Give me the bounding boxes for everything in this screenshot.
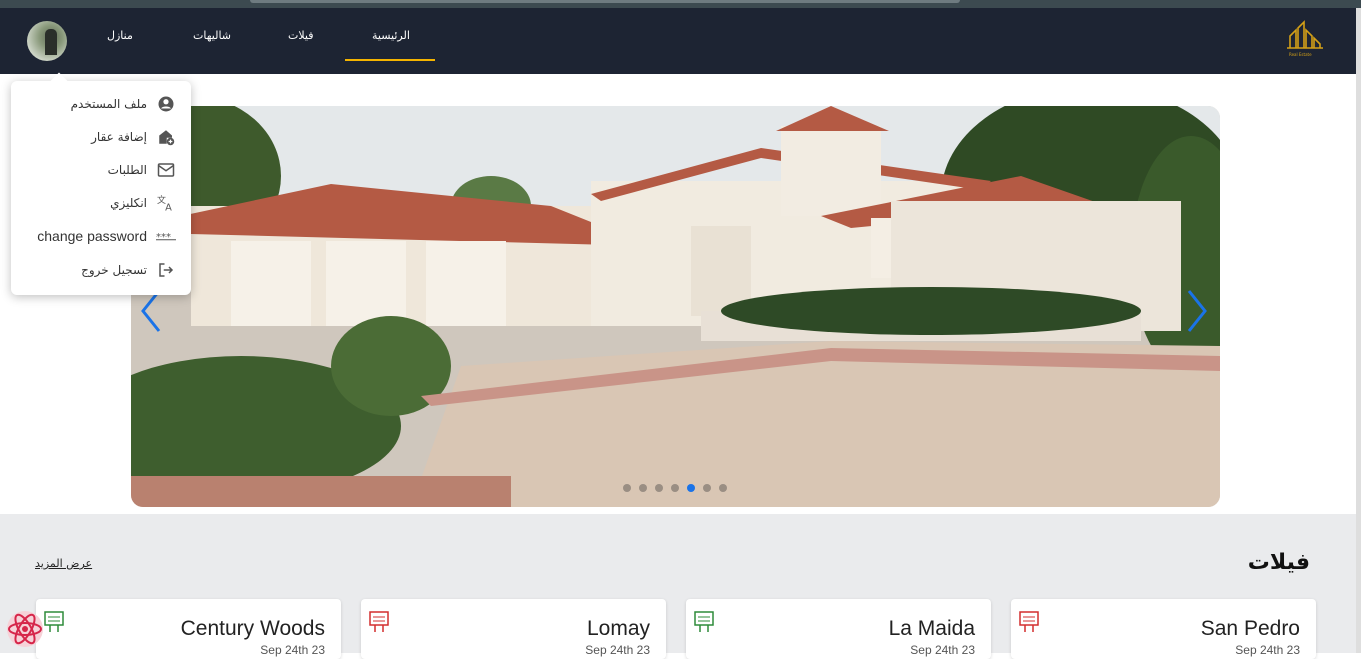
- logout-icon: [155, 261, 177, 279]
- menu-item-label: تسجيل خروج: [81, 263, 147, 277]
- villa-photo: [131, 106, 1220, 507]
- password-icon: ***: [155, 227, 177, 245]
- menu-item-label: إضافة عقار: [91, 130, 147, 144]
- navbar: منازل شاليهات فيلات الرئيسية Real Estate: [0, 8, 1356, 74]
- hero-carousel[interactable]: [131, 106, 1220, 507]
- carousel-dot[interactable]: [623, 484, 631, 492]
- nav-link-chalets[interactable]: شاليهات: [193, 29, 231, 42]
- translate-icon: 文A: [155, 194, 177, 212]
- property-card[interactable]: San Pedro Sep 24th 23: [1011, 599, 1316, 659]
- page-scrollbar[interactable]: [1356, 8, 1361, 653]
- menu-item-language[interactable]: انكليزي 文A: [110, 194, 177, 212]
- property-name: Century Woods: [180, 617, 325, 640]
- nav-link-villas[interactable]: فيلات: [288, 29, 314, 42]
- add-home-icon: [155, 128, 177, 146]
- villas-section: فيلات عرض المزيد Century Woods Sep 24th …: [0, 514, 1356, 659]
- for-sale-sign-icon: [369, 611, 389, 632]
- menu-item-profile[interactable]: ملف المستخدم: [71, 95, 177, 113]
- menu-item-label: change password: [37, 228, 147, 244]
- property-name: La Maida: [888, 617, 975, 640]
- logo-text: Real Estate: [1289, 52, 1312, 57]
- user-menu: ملف المستخدم إضافة عقار الطلبات انكليزي …: [11, 81, 191, 295]
- browser-top-strip: [0, 0, 1361, 8]
- menu-item-change-password[interactable]: change password ***: [37, 227, 177, 245]
- menu-item-label: الطلبات: [107, 163, 147, 177]
- property-card[interactable]: Lomay Sep 24th 23: [361, 599, 666, 659]
- property-name: San Pedro: [1200, 617, 1300, 640]
- svg-text:A: A: [165, 202, 172, 212]
- property-card[interactable]: La Maida Sep 24th 23: [686, 599, 991, 659]
- carousel-dots: [623, 484, 727, 492]
- menu-item-label: انكليزي: [110, 196, 147, 210]
- menu-item-label: ملف المستخدم: [70, 97, 147, 111]
- property-date: Sep 24th 23: [910, 643, 975, 657]
- browser-tab-edge: [250, 0, 960, 3]
- menu-item-requests[interactable]: الطلبات: [108, 161, 177, 179]
- property-date: Sep 24th 23: [1235, 643, 1300, 657]
- menu-item-add-property[interactable]: إضافة عقار: [91, 128, 177, 146]
- show-more-link[interactable]: عرض المزيد: [35, 557, 92, 570]
- menu-item-logout[interactable]: تسجيل خروج: [81, 261, 177, 279]
- carousel-dot[interactable]: [719, 484, 727, 492]
- property-card[interactable]: Century Woods Sep 24th 23: [36, 599, 341, 659]
- carousel-next-arrow-icon[interactable]: [1181, 286, 1211, 336]
- carousel-dot[interactable]: [639, 484, 647, 492]
- property-date: Sep 24th 23: [260, 643, 325, 657]
- for-rent-sign-icon: [44, 611, 64, 632]
- carousel-dot[interactable]: [703, 484, 711, 492]
- nav-link-home[interactable]: الرئيسية: [372, 29, 410, 42]
- carousel-dot[interactable]: [671, 484, 679, 492]
- account-circle-icon: [155, 95, 177, 113]
- nav-link-houses[interactable]: منازل: [107, 29, 133, 42]
- carousel-dot[interactable]: [687, 484, 695, 492]
- property-name: Lomay: [586, 617, 650, 640]
- for-sale-sign-icon: [1019, 611, 1039, 632]
- property-date: Sep 24th 23: [585, 643, 650, 657]
- active-nav-indicator: [345, 59, 435, 61]
- mail-icon: [155, 161, 177, 179]
- user-avatar[interactable]: [27, 21, 67, 61]
- react-devtools-icon[interactable]: [5, 609, 45, 649]
- for-rent-sign-icon: [694, 611, 714, 632]
- carousel-dot[interactable]: [655, 484, 663, 492]
- section-title: فيلات: [1247, 550, 1310, 575]
